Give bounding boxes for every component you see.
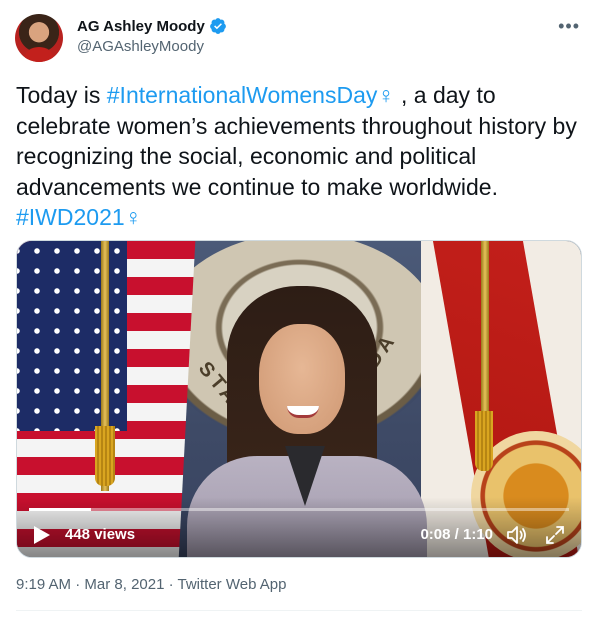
author-name-row: AG Ashley Moody: [77, 17, 227, 35]
tweet-text: Today is #InternationalWomensDay♀ , a da…: [16, 80, 586, 233]
divider: [16, 610, 582, 611]
tweet-time[interactable]: 9:19 AM: [16, 576, 71, 593]
hashtag-link[interactable]: #IWD2021: [16, 204, 125, 230]
avatar[interactable]: [15, 14, 63, 62]
tweet-text-part: Today is: [16, 82, 107, 108]
fullscreen-icon[interactable]: [543, 523, 567, 547]
meta-separator: ·: [71, 576, 85, 593]
tassel-right: [475, 411, 493, 471]
video-player[interactable]: STA IDA 448 views 0:08 / 1:10: [16, 240, 582, 558]
author-handle[interactable]: @AGAshleyMoody: [77, 38, 204, 55]
tassel-left: [95, 426, 115, 486]
more-horizontal-icon[interactable]: •••: [558, 16, 580, 37]
video-time: 0:08 / 1:10: [420, 526, 493, 543]
female-sign-icon: ♀: [377, 82, 395, 108]
meta-separator: ·: [164, 576, 178, 593]
tweet-meta: 9:19 AM · Mar 8, 2021 · Twitter Web App: [16, 576, 286, 593]
volume-icon[interactable]: [505, 523, 529, 547]
female-sign-icon: ♀: [124, 204, 142, 230]
view-count: 448 views: [65, 526, 136, 543]
play-icon[interactable]: [33, 525, 51, 545]
tweet-source[interactable]: Twitter Web App: [178, 576, 287, 593]
video-progress-bar[interactable]: [29, 508, 569, 511]
us-flag-stars: [17, 241, 127, 431]
video-controls: 448 views 0:08 / 1:10: [17, 497, 581, 557]
hashtag-link[interactable]: #InternationalWomensDay: [107, 82, 378, 108]
verified-badge-icon: [209, 18, 226, 34]
tweet-date[interactable]: Mar 8, 2021: [84, 576, 164, 593]
display-name[interactable]: AG Ashley Moody: [77, 18, 205, 35]
video-progress-fill: [29, 508, 91, 511]
